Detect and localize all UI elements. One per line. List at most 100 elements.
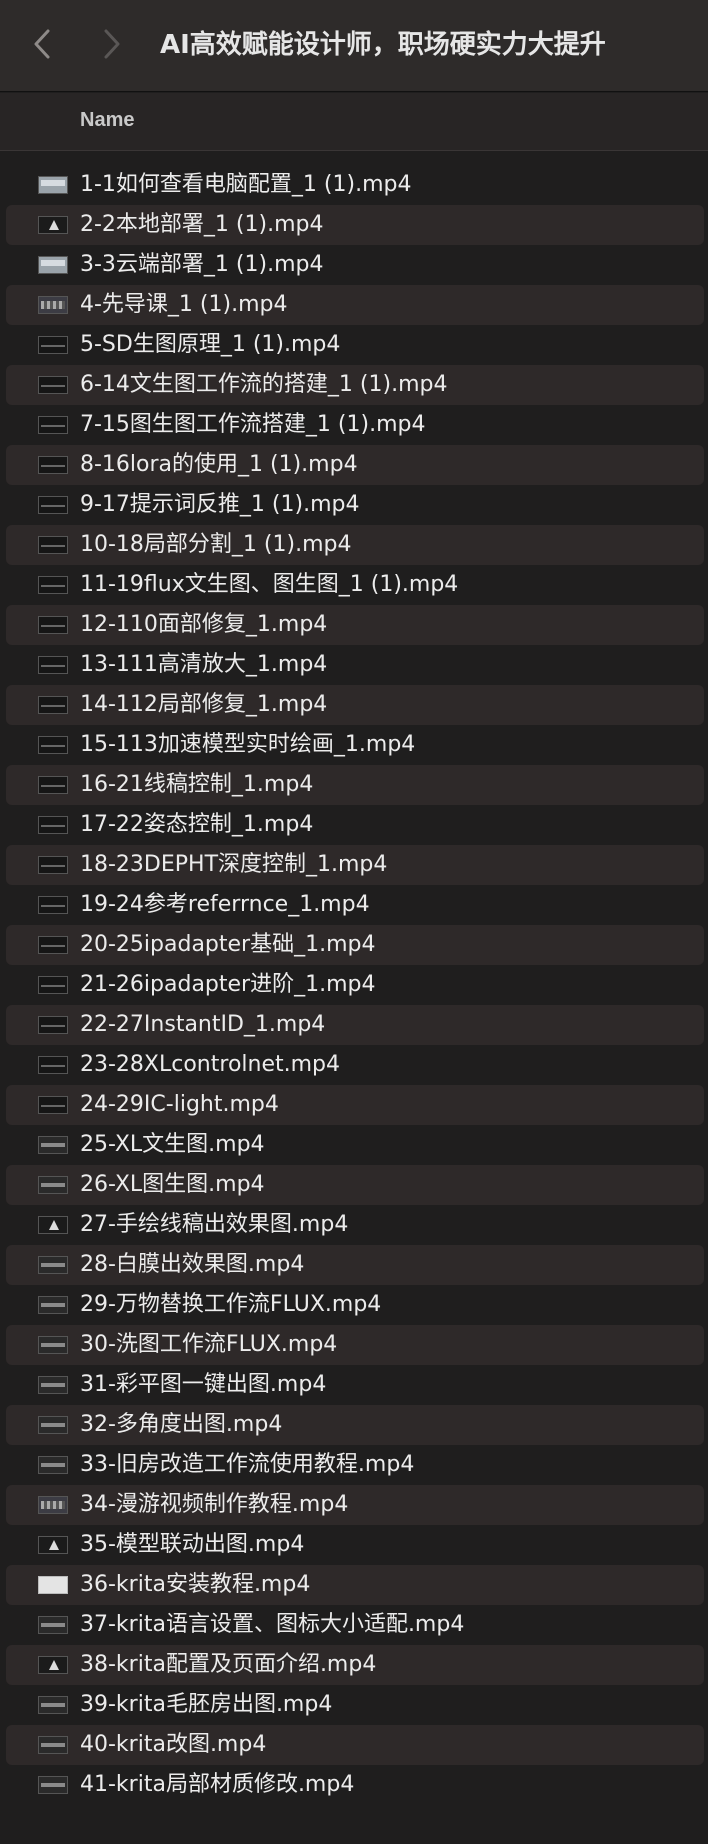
file-row[interactable]: 28-白膜出效果图.mp4 xyxy=(6,1245,704,1285)
file-name: 27-手绘线稿出效果图.mp4 xyxy=(80,1212,349,1237)
video-thumbnail-icon xyxy=(38,1016,68,1034)
file-name: 1-1如何查看电脑配置_1 (1).mp4 xyxy=(80,172,412,197)
file-name: 8-16lora的使用_1 (1).mp4 xyxy=(80,452,358,477)
video-thumbnail-icon xyxy=(38,216,68,234)
file-row[interactable]: 20-25ipadapter基础_1.mp4 xyxy=(6,925,704,965)
file-name: 12-110面部修复_1.mp4 xyxy=(80,612,328,637)
file-row[interactable]: 4-先导课_1 (1).mp4 xyxy=(6,285,704,325)
file-row[interactable]: 6-14文生图工作流的搭建_1 (1).mp4 xyxy=(6,365,704,405)
file-row[interactable]: 37-krita语言设置、图标大小适配.mp4 xyxy=(6,1605,704,1645)
video-thumbnail-icon xyxy=(38,1216,68,1234)
file-row[interactable]: 35-模型联动出图.mp4 xyxy=(6,1525,704,1565)
file-row[interactable]: 1-1如何查看电脑配置_1 (1).mp4 xyxy=(6,165,704,205)
video-thumbnail-icon xyxy=(38,1656,68,1674)
file-row[interactable]: 11-19flux文生图、图生图_1 (1).mp4 xyxy=(6,565,704,605)
video-thumbnail-icon xyxy=(38,1456,68,1474)
file-row[interactable]: 19-24参考referrnce_1.mp4 xyxy=(6,885,704,925)
video-thumbnail-icon xyxy=(38,576,68,594)
file-row[interactable]: 33-旧房改造工作流使用教程.mp4 xyxy=(6,1445,704,1485)
video-thumbnail-icon xyxy=(38,176,68,194)
back-button[interactable] xyxy=(22,22,62,66)
file-name: 20-25ipadapter基础_1.mp4 xyxy=(80,932,376,957)
file-name: 17-22姿态控制_1.mp4 xyxy=(80,812,314,837)
video-thumbnail-icon xyxy=(38,1096,68,1114)
video-thumbnail-icon xyxy=(38,536,68,554)
video-thumbnail-icon xyxy=(38,696,68,714)
file-row[interactable]: 32-多角度出图.mp4 xyxy=(6,1405,704,1445)
file-row[interactable]: 10-18局部分割_1 (1).mp4 xyxy=(6,525,704,565)
file-name: 19-24参考referrnce_1.mp4 xyxy=(80,892,370,917)
file-name: 25-XL文生图.mp4 xyxy=(80,1132,265,1157)
file-row[interactable]: 25-XL文生图.mp4 xyxy=(6,1125,704,1165)
name-column-header[interactable]: Name xyxy=(80,109,134,132)
file-name: 38-krita配置及页面介绍.mp4 xyxy=(80,1652,377,1677)
file-row[interactable]: 30-洗图工作流FLUX.mp4 xyxy=(6,1325,704,1365)
file-row[interactable]: 15-113加速模型实时绘画_1.mp4 xyxy=(6,725,704,765)
video-thumbnail-icon xyxy=(38,1416,68,1434)
video-thumbnail-icon xyxy=(38,376,68,394)
file-name: 35-模型联动出图.mp4 xyxy=(80,1532,305,1557)
file-row[interactable]: 8-16lora的使用_1 (1).mp4 xyxy=(6,445,704,485)
file-name: 11-19flux文生图、图生图_1 (1).mp4 xyxy=(80,572,459,597)
file-row[interactable]: 29-万物替换工作流FLUX.mp4 xyxy=(6,1285,704,1325)
file-name: 13-111高清放大_1.mp4 xyxy=(80,652,328,677)
title-bar: AI高效赋能设计师，职场硬实力大提升 xyxy=(0,0,708,92)
forward-button[interactable] xyxy=(92,22,132,66)
file-name: 21-26ipadapter进阶_1.mp4 xyxy=(80,972,376,997)
file-name: 30-洗图工作流FLUX.mp4 xyxy=(80,1332,338,1357)
file-row[interactable]: 34-漫游视频制作教程.mp4 xyxy=(6,1485,704,1525)
file-list: 1-1如何查看电脑配置_1 (1).mp4 2-2本地部署_1 (1).mp4 3-… xyxy=(0,165,708,1805)
file-row[interactable]: 40-krita改图.mp4 xyxy=(6,1725,704,1765)
file-row[interactable]: 17-22姿态控制_1.mp4 xyxy=(6,805,704,845)
file-row[interactable]: 23-28XLcontrolnet.mp4 xyxy=(6,1045,704,1085)
video-thumbnail-icon xyxy=(38,1256,68,1274)
file-name: 36-krita安装教程.mp4 xyxy=(80,1572,311,1597)
file-row[interactable]: 36-krita安装教程.mp4 xyxy=(6,1565,704,1605)
file-row[interactable]: 16-21线稿控制_1.mp4 xyxy=(6,765,704,805)
file-row[interactable]: 2-2本地部署_1 (1).mp4 xyxy=(6,205,704,245)
finder-window: AI高效赋能设计师，职场硬实力大提升 Name 1-1如何查看电脑配置_1 (1… xyxy=(0,0,708,1844)
file-row[interactable]: 13-111高清放大_1.mp4 xyxy=(6,645,704,685)
file-row[interactable]: 22-27InstantID_1.mp4 xyxy=(6,1005,704,1045)
file-row[interactable]: 5-SD生图原理_1 (1).mp4 xyxy=(6,325,704,365)
video-thumbnail-icon xyxy=(38,856,68,874)
file-row[interactable]: 18-23DEPHT深度控制_1.mp4 xyxy=(6,845,704,885)
video-thumbnail-icon xyxy=(38,1736,68,1754)
video-thumbnail-icon xyxy=(38,1376,68,1394)
file-row[interactable]: 39-krita毛胚房出图.mp4 xyxy=(6,1685,704,1725)
file-row[interactable]: 24-29IC-light.mp4 xyxy=(6,1085,704,1125)
file-name: 7-15图生图工作流搭建_1 (1).mp4 xyxy=(80,412,426,437)
file-name: 2-2本地部署_1 (1).mp4 xyxy=(80,212,324,237)
video-thumbnail-icon xyxy=(38,256,68,274)
file-name: 16-21线稿控制_1.mp4 xyxy=(80,772,314,797)
video-thumbnail-icon xyxy=(38,1176,68,1194)
video-thumbnail-icon xyxy=(38,1496,68,1514)
file-row[interactable]: 21-26ipadapter进阶_1.mp4 xyxy=(6,965,704,1005)
file-name: 4-先导课_1 (1).mp4 xyxy=(80,292,288,317)
file-row[interactable]: 31-彩平图一键出图.mp4 xyxy=(6,1365,704,1405)
file-name: 32-多角度出图.mp4 xyxy=(80,1412,283,1437)
file-row[interactable]: 3-3云端部署_1 (1).mp4 xyxy=(6,245,704,285)
file-row[interactable]: 7-15图生图工作流搭建_1 (1).mp4 xyxy=(6,405,704,445)
file-row[interactable]: 26-XL图生图.mp4 xyxy=(6,1165,704,1205)
file-name: 28-白膜出效果图.mp4 xyxy=(80,1252,305,1277)
file-name: 10-18局部分割_1 (1).mp4 xyxy=(80,532,352,557)
column-header-row: Name xyxy=(0,93,708,151)
file-row[interactable]: 38-krita配置及页面介绍.mp4 xyxy=(6,1645,704,1685)
video-thumbnail-icon xyxy=(38,1576,68,1594)
video-thumbnail-icon xyxy=(38,1536,68,1554)
file-row[interactable]: 9-17提示词反推_1 (1).mp4 xyxy=(6,485,704,525)
file-name: 40-krita改图.mp4 xyxy=(80,1732,267,1757)
video-thumbnail-icon xyxy=(38,1336,68,1354)
file-name: 24-29IC-light.mp4 xyxy=(80,1092,279,1117)
file-name: 9-17提示词反推_1 (1).mp4 xyxy=(80,492,360,517)
file-name: 34-漫游视频制作教程.mp4 xyxy=(80,1492,349,1517)
file-row[interactable]: 27-手绘线稿出效果图.mp4 xyxy=(6,1205,704,1245)
file-row[interactable]: 14-112局部修复_1.mp4 xyxy=(6,685,704,725)
file-name: 31-彩平图一键出图.mp4 xyxy=(80,1372,327,1397)
video-thumbnail-icon xyxy=(38,816,68,834)
file-name: 37-krita语言设置、图标大小适配.mp4 xyxy=(80,1612,465,1637)
video-thumbnail-icon xyxy=(38,936,68,954)
file-row[interactable]: 12-110面部修复_1.mp4 xyxy=(6,605,704,645)
file-row[interactable]: 41-krita局部材质修改.mp4 xyxy=(6,1765,704,1805)
